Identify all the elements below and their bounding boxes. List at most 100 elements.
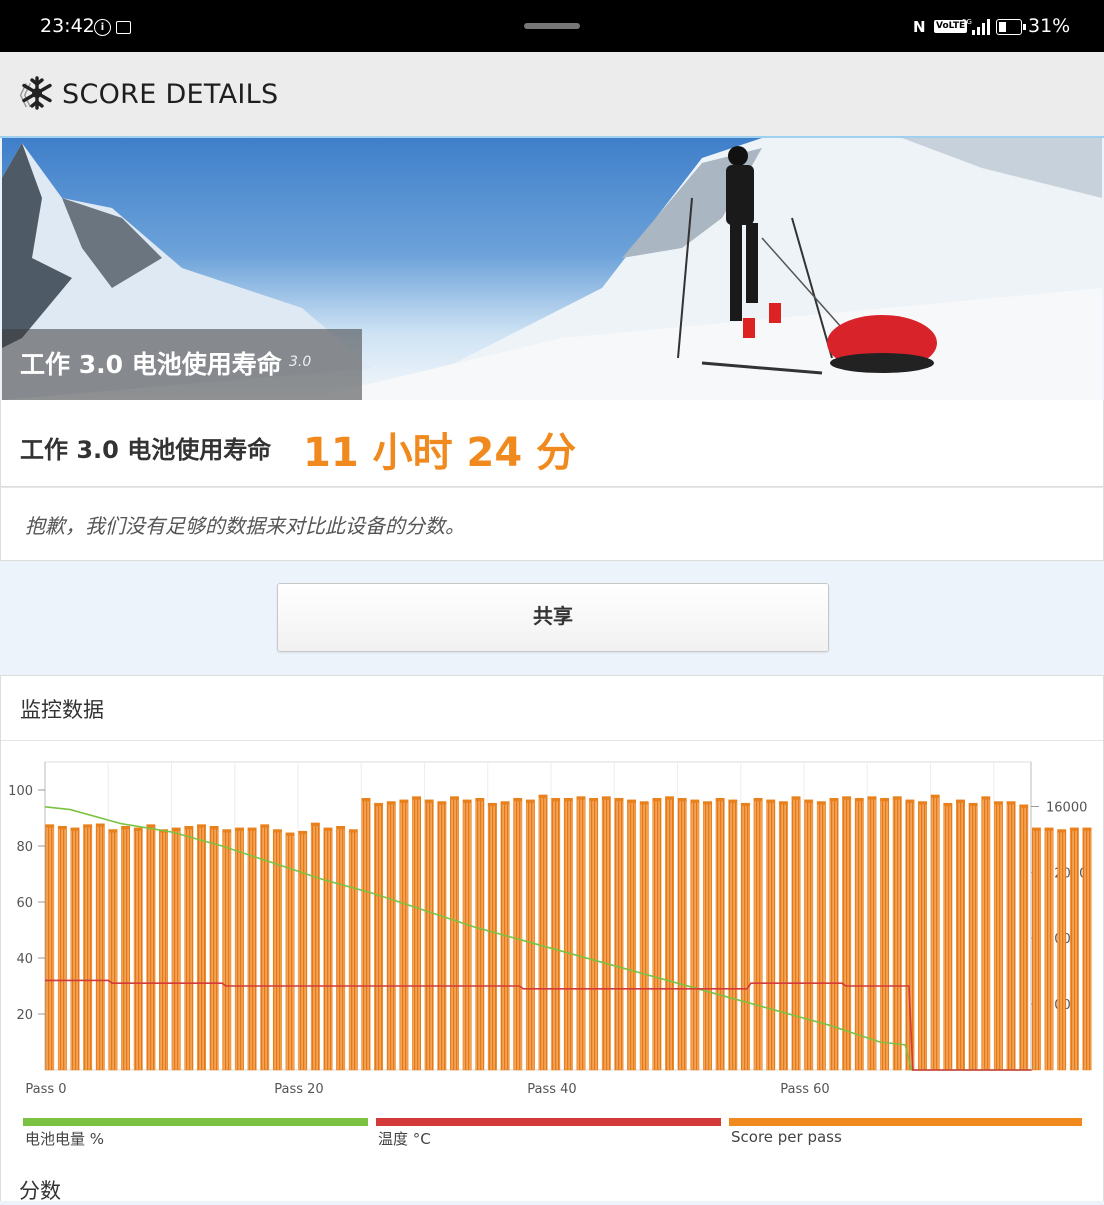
chart-bar-cap (880, 798, 889, 802)
chart-bar (1019, 804, 1029, 1071)
chart-bar-cap (146, 824, 156, 828)
chart-x-tick-label: Pass 0 (25, 1082, 66, 1097)
monitoring-title: 监控数据 (20, 698, 104, 722)
chart-bar-cap (209, 826, 219, 830)
chart-bar-cap (893, 796, 902, 800)
chart-bar (715, 797, 725, 1071)
chart-bar (222, 829, 232, 1071)
chart-bar-cap (855, 798, 864, 802)
chart-bar (133, 827, 143, 1071)
chart-bar-cap (1057, 829, 1066, 833)
chart-bar-cap (918, 801, 927, 805)
chart-bar (475, 797, 485, 1071)
chart-bar (703, 801, 712, 1071)
nfc-icon: N (913, 18, 926, 36)
chart-bar (728, 799, 738, 1071)
chart-bar (842, 796, 852, 1071)
chart-bar (943, 802, 953, 1071)
chart-bar (412, 796, 422, 1071)
chart-bar (1044, 827, 1054, 1071)
chart-bar-cap (678, 798, 687, 802)
chart-bar-cap (665, 796, 674, 800)
chart-bar-cap (576, 796, 586, 800)
chart-bar (45, 824, 55, 1071)
chart-bar (437, 801, 447, 1071)
score-section-title: 分数 (19, 1179, 61, 1203)
chart-bar-cap (172, 827, 181, 831)
chart-bar (880, 797, 890, 1071)
chart-bar (57, 825, 67, 1071)
legend-temperature-swatch (376, 1118, 721, 1126)
chart-bar-cap (1044, 827, 1054, 831)
chart-y-right-tick-label: 16000 (1046, 800, 1087, 815)
chart-bar-cap (462, 799, 472, 803)
chart-bar (905, 799, 915, 1071)
chart-bar (1069, 827, 1079, 1071)
share-button[interactable]: 共享 (277, 583, 829, 652)
chart-bar (981, 796, 991, 1071)
chart-bar (614, 797, 624, 1071)
chart-bar-cap (45, 824, 54, 828)
chart-bar-cap (640, 801, 649, 805)
chart-y-left-tick-label: 40 (16, 952, 33, 967)
chart-bar (1082, 827, 1092, 1071)
chart-bar-cap (83, 824, 92, 828)
chart-bar-cap (425, 799, 434, 803)
chart-bar (791, 796, 801, 1071)
status-bar: 23:42 i N VoLTE 5G 31% (0, 0, 1104, 52)
battery-icon (996, 19, 1026, 35)
chart-bar-cap (235, 827, 244, 831)
legend-battery-label: 电池电量 % (25, 1130, 105, 1148)
chart-bar (159, 829, 169, 1071)
chart-bar-cap (753, 798, 763, 802)
chart-bar-cap (222, 829, 231, 833)
chart-bar-cap (475, 798, 484, 802)
legend-temperature-label: 温度 °C (378, 1130, 431, 1148)
chart-bar-cap (867, 796, 877, 800)
chart-bar (310, 822, 320, 1071)
chart-bar-cap (602, 796, 611, 800)
chart-bar-cap (1019, 804, 1028, 808)
chart-bar (601, 796, 611, 1071)
chart-bar-cap (349, 829, 358, 833)
chart-bar (741, 802, 750, 1071)
chart-bar (323, 827, 333, 1071)
legend-score: Score per pass (729, 1118, 1082, 1158)
chart-bar (513, 797, 523, 1071)
chart-bar (247, 827, 257, 1071)
status-time: 23:42 (40, 15, 95, 37)
comparison-notice: 抱歉，我们没有足够的数据来对比此设备的分数。 (0, 487, 1104, 561)
result-row: 工作 3.0 电池使用寿命 11 小时 24 分 (0, 400, 1104, 487)
chart-bar (146, 824, 156, 1071)
chart-bar-cap (956, 799, 965, 803)
chart-bar (361, 797, 371, 1071)
chart-bar-cap (728, 799, 737, 803)
chart-bar (462, 799, 472, 1071)
hero-caption-title: 工作 3.0 电池使用寿命 (20, 350, 282, 379)
chart-bar-cap (285, 832, 295, 836)
chart-y-left-tick-label: 60 (16, 896, 33, 911)
chart-bar (639, 801, 649, 1071)
chart-bar-cap (842, 796, 851, 800)
chart-bar (918, 801, 927, 1071)
chart-bar (374, 802, 384, 1071)
chart-bar (994, 801, 1003, 1071)
chart-bar (968, 802, 978, 1071)
chart-bar-cap (412, 796, 421, 800)
chart-bar (766, 799, 776, 1071)
chart-bar (563, 797, 573, 1071)
chart-bar (829, 797, 839, 1071)
chart-bar (956, 799, 965, 1071)
network-type: 5G (962, 18, 972, 26)
chart-bar-cap (273, 829, 282, 833)
chart-bar-cap (513, 798, 522, 802)
chart-bar (627, 799, 637, 1071)
chart-bar-cap (197, 824, 206, 828)
chart-bar-cap (627, 799, 636, 803)
chart-bar-cap (298, 831, 307, 835)
drag-handle[interactable] (524, 23, 580, 29)
chart-bar-cap (1006, 801, 1016, 805)
chart-bar-cap (96, 823, 105, 827)
chart-y-left-tick-label: 100 (8, 784, 33, 799)
chart-bar (892, 796, 902, 1071)
